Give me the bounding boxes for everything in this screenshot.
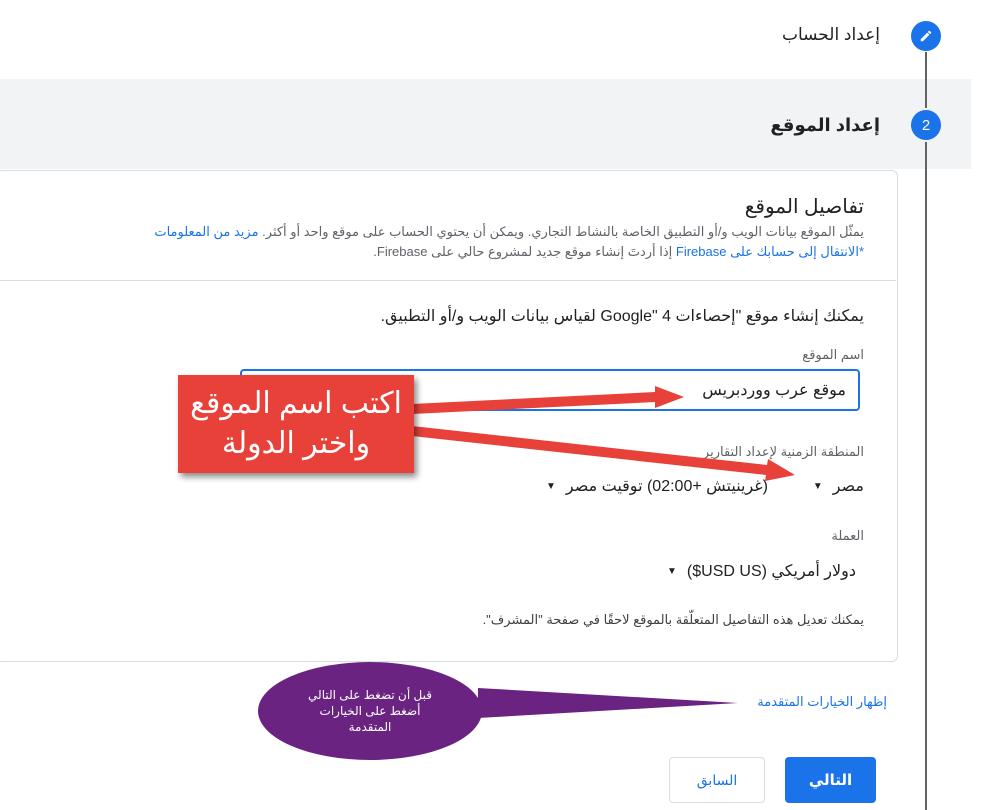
annotation-line: اكتب اسم الموقع xyxy=(190,387,402,420)
annotation-advanced-hint: قبل أن تضغط على التالي أضغط على الخيارات… xyxy=(258,662,482,760)
purple-arrow-to-advanced xyxy=(478,688,738,718)
annotation-enter-name: اكتب اسم الموقع واختر الدولة xyxy=(178,375,414,473)
annotation-line: المتقدمة xyxy=(348,720,392,734)
annotation-line: قبل أن تضغط على التالي xyxy=(308,688,432,702)
red-arrow-to-name xyxy=(412,386,684,414)
annotation-line: واختر الدولة xyxy=(221,427,371,460)
annotation-line: أضغط على الخيارات xyxy=(319,704,421,718)
red-arrow-to-country xyxy=(412,426,795,481)
annotation-arrows xyxy=(412,386,795,718)
